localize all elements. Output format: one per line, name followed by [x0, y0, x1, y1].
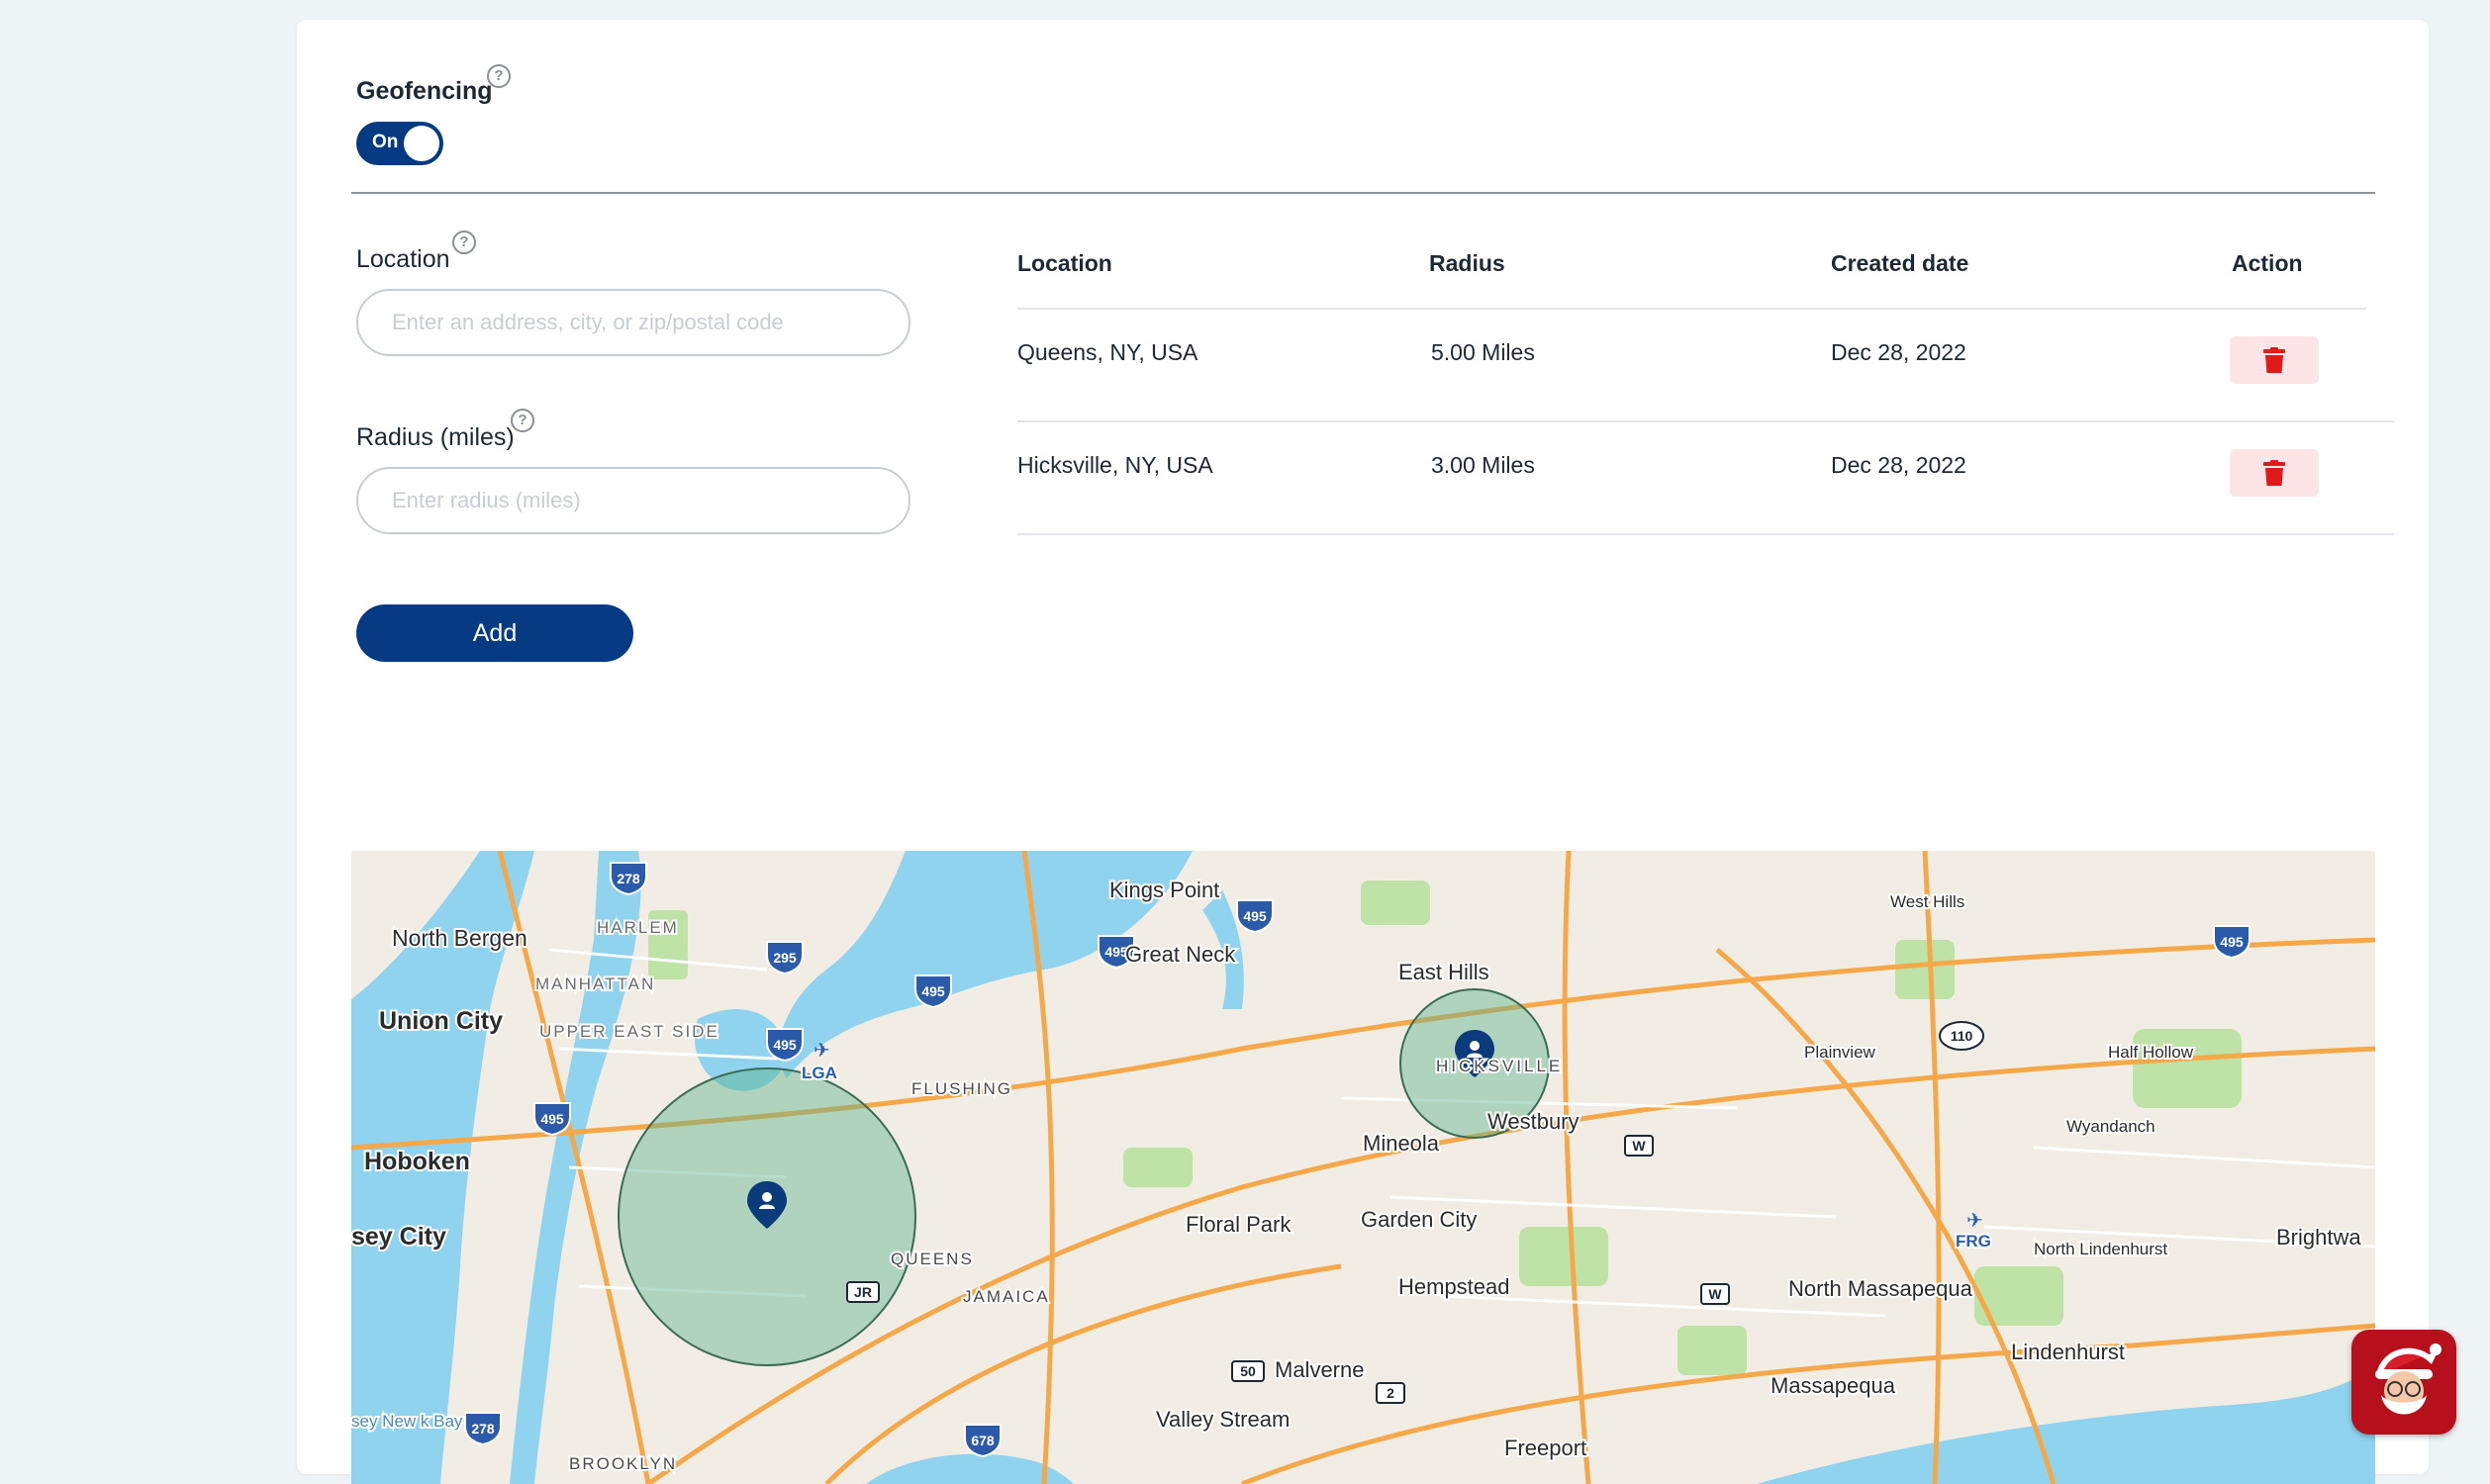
column-header-radius[interactable]: Radius — [1429, 250, 1505, 277]
place-label: UPPER EAST SIDE — [539, 1022, 719, 1041]
column-header-location[interactable]: Location — [1017, 250, 1112, 277]
place-label: MANHATTAN — [535, 974, 655, 993]
place-label: Kings Point — [1109, 878, 1219, 902]
place-label: LGA — [802, 1064, 837, 1082]
column-header-action: Action — [2232, 250, 2303, 276]
geofencing-toggle[interactable]: On — [356, 122, 443, 165]
airport-icon: ✈ — [814, 1040, 830, 1062]
place-label: sey City — [351, 1223, 446, 1251]
shield-label: 495 — [921, 983, 945, 999]
place-label: Valley Stream — [1156, 1407, 1290, 1432]
park — [1123, 1148, 1193, 1187]
shield-label: 678 — [971, 1433, 995, 1448]
shield-label: 110 — [1951, 1028, 1973, 1044]
shield-label: 278 — [617, 871, 640, 886]
place-label: East Hills — [1398, 960, 1489, 984]
place-label: Mineola — [1363, 1131, 1440, 1156]
place-label: Freeport — [1504, 1436, 1586, 1460]
shield-label: W — [1708, 1286, 1722, 1302]
place-label: Westbury — [1487, 1109, 1580, 1134]
place-label: Malverne — [1275, 1357, 1364, 1382]
radius-input[interactable] — [356, 467, 910, 534]
shield-label: 2 — [1387, 1385, 1394, 1401]
shield-label: 495 — [773, 1037, 797, 1053]
header-divider — [1017, 308, 2366, 310]
row-radius: 5.00 Miles — [1431, 339, 1535, 365]
place-label: North Bergen — [392, 925, 527, 951]
park — [1519, 1227, 1608, 1286]
trash-icon — [2263, 460, 2285, 486]
location-help-icon[interactable]: ? — [452, 231, 476, 254]
place-label: Hoboken — [364, 1148, 470, 1175]
park — [1895, 940, 1955, 999]
place-label: JAMAICA — [963, 1287, 1050, 1306]
column-header-created-date[interactable]: Created date — [1831, 250, 1968, 277]
shield-label: 495 — [540, 1111, 564, 1127]
place-label: Union City — [379, 1007, 503, 1035]
location-input[interactable] — [356, 289, 910, 356]
place-label: Massapequa — [1771, 1373, 1896, 1398]
shield-label: 50 — [1240, 1363, 1256, 1379]
row-radius: 3.00 Miles — [1431, 452, 1535, 478]
place-label: FRG — [1956, 1232, 1991, 1251]
chat-widget-button[interactable] — [2351, 1330, 2456, 1435]
place-label: sey New k Bay — [351, 1412, 463, 1431]
airport-icon: ✈ — [1966, 1210, 1983, 1232]
location-label: Location — [356, 245, 450, 273]
geofencing-card: Geofencing ? On Location ? Radius (miles… — [297, 20, 2429, 1484]
park — [1677, 1326, 1747, 1375]
shield-label: W — [1632, 1138, 1646, 1154]
shield-label: 295 — [773, 950, 797, 966]
delete-button[interactable] — [2230, 336, 2319, 384]
place-label: HICKSVILLE — [1436, 1057, 1563, 1075]
add-button[interactable]: Add — [356, 604, 633, 662]
toggle-label: On — [372, 132, 399, 152]
row-divider — [1017, 533, 2394, 535]
place-label: Garden City — [1361, 1207, 1477, 1232]
place-label: FLUSHING — [911, 1079, 1012, 1098]
radius-label: Radius (miles) — [356, 423, 515, 451]
row-divider — [1017, 420, 2394, 422]
radius-help-icon[interactable]: ? — [511, 409, 534, 432]
shield-label: 278 — [471, 1421, 495, 1437]
place-label: QUEENS — [891, 1250, 974, 1268]
road — [1562, 851, 1591, 1484]
shield-label: JR — [854, 1284, 872, 1300]
place-label: Lindenhurst — [2011, 1340, 2125, 1364]
trash-icon — [2263, 347, 2285, 373]
place-label: Great Neck — [1125, 942, 1236, 967]
row-created-date: Dec 28, 2022 — [1831, 339, 1966, 365]
place-label: North Massapequa — [1788, 1276, 1973, 1301]
place-label: Plainview — [1804, 1043, 1876, 1062]
row-created-date: Dec 28, 2022 — [1831, 452, 1966, 478]
shield-label: 495 — [2220, 934, 2244, 950]
row-location: Queens, NY, USA — [1017, 339, 1198, 365]
park — [1361, 881, 1430, 925]
section-divider — [351, 192, 2375, 194]
place-label: Brightwa — [2276, 1225, 2361, 1250]
delete-button[interactable] — [2230, 449, 2319, 497]
place-label: West Hills — [1890, 892, 1964, 911]
row-location: Hicksville, NY, USA — [1017, 452, 1213, 478]
toggle-knob — [404, 126, 439, 161]
place-label: Hempstead — [1398, 1274, 1510, 1299]
santa-icon — [2375, 1344, 2442, 1415]
park — [2133, 1029, 2242, 1108]
place-label: Wyandanch — [2066, 1117, 2155, 1136]
place-label: Half Hollow — [2108, 1043, 2194, 1062]
road — [1715, 948, 2057, 1484]
geofencing-help-icon[interactable]: ? — [487, 64, 511, 88]
place-label: North Lindenhurst — [2034, 1240, 2167, 1258]
shield-label: 495 — [1243, 908, 1267, 924]
geofencing-title: Geofencing — [356, 77, 493, 105]
place-label: HARLEM — [597, 918, 679, 937]
map-view[interactable]: 278 295 495 495 495 495 495 495 278 678 … — [351, 851, 2375, 1484]
place-label: Floral Park — [1186, 1212, 1292, 1237]
